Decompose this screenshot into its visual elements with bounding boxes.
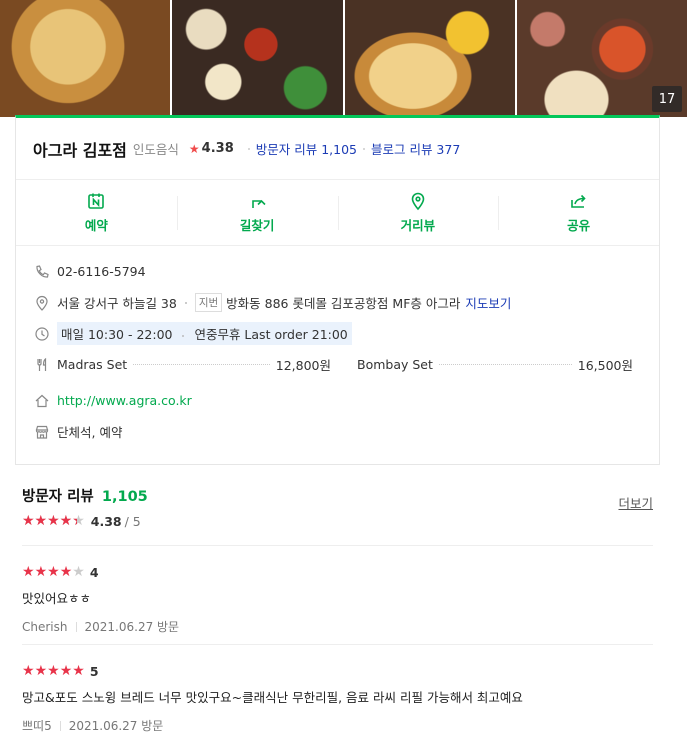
review-score: 4 [89,564,99,580]
facilities-row: 단체석, 예약 [34,416,659,447]
photo-naan[interactable] [0,0,171,117]
photo-strip: 17 [0,0,687,117]
hours-row: 매일 10:30 - 22:00 연중무휴 Last order 21:00 [34,318,659,349]
road-address: 서울 강서구 하늘길 38 [57,296,177,311]
review-section-title: 방문자 리뷰 [22,489,94,505]
menu-item-price: 12,800원 [275,358,331,373]
photo-flatbread[interactable] [344,0,515,117]
blog-reviews-link[interactable]: 블로그 리뷰 377 [371,139,460,158]
phone-icon [36,264,49,278]
review-author[interactable]: 쁘띠5 [22,717,52,734]
average-rating-row: ★★★★★ ★★★★★ 4.38 / 5 [22,513,653,529]
place-card: 아그라 김포점 인도음식 ★ 4.38 방문자 리뷰 1,105 블로그 리뷰 … [15,115,660,465]
photo-count-badge[interactable]: 17 [652,86,682,112]
reservation-icon [88,193,105,209]
menu-item-name: Madras Set [57,357,128,372]
share-button[interactable]: 공유 [498,180,659,245]
lot-address: 방화동 886 롯데몰 김포공항점 MF층 아그라 [226,296,461,311]
review-item: ★★★★★ 4 맛있어요ㅎㅎ Cherish 2021.06.27 방문 [22,545,653,635]
website-row: http://www.agra.co.kr [34,385,659,416]
meta-divider [59,720,61,731]
menu-item: Bombay Set 16,500원 [357,355,633,374]
info-section: 02-6116-5794 서울 강서구 하늘길 38 지번 방화동 886 롯데… [16,246,659,447]
menu-list: Madras Set 12,800원 Bombay Set 16,500원 [57,355,659,374]
address-row: 서울 강서구 하늘길 38 지번 방화동 886 롯데몰 김포공항점 MF층 아… [34,287,659,318]
facilities-text: 단체석, 예약 [57,425,123,440]
cutlery-icon [37,357,47,371]
store-icon [35,425,49,439]
streetview-button[interactable]: 거리뷰 [337,180,499,245]
streetview-label: 거리뷰 [400,218,436,233]
meta-divider [75,621,77,632]
menu-item-name: Bombay Set [357,357,433,372]
review-section-count: 1,105 [101,489,148,505]
phone-number[interactable]: 02-6116-5794 [57,264,146,279]
star-icon: ★ [188,141,200,156]
phone-row: 02-6116-5794 [34,256,659,287]
review-date: 2021.06.27 방문 [68,719,164,733]
menu-item: Madras Set 12,800원 [57,355,331,374]
review-meta: 쁘띠5 2021.06.27 방문 [22,717,653,734]
lot-tag: 지번 [194,293,223,312]
review-rating: ★★★★★ 4 [22,564,653,580]
menu-row: Madras Set 12,800원 Bombay Set 16,500원 [34,349,659,380]
photo-curry[interactable]: 17 [516,0,687,117]
review-item: ★★★★★ 5 망고&포도 스노윙 브레드 너무 맛있구요~클래식난 무한리필,… [22,644,653,734]
menu-leader [438,364,572,365]
hours-highlight[interactable]: 매일 10:30 - 22:00 연중무휴 Last order 21:00 [57,322,352,345]
review-meta: Cherish 2021.06.27 방문 [22,618,653,635]
visitor-review-header: 방문자 리뷰 1,105 더보기 ★★★★★ ★★★★★ 4.38 / 5 [22,485,653,529]
menu-item-price: 16,500원 [577,358,633,373]
review-stars: ★★★★★ [22,663,85,679]
average-score: 4.38 [90,513,122,529]
action-bar: 예약 길찾기 거리뷰 공유 [16,180,659,246]
reserve-button[interactable]: 예약 [16,180,177,245]
review-rating: ★★★★★ 5 [22,663,653,679]
separator-dot [247,147,250,150]
streetview-icon [411,192,425,211]
separator-dot [182,335,185,337]
average-stars: ★★★★★ ★★★★★ [22,513,85,529]
hours-note: 연중무휴 Last order 21:00 [194,327,348,342]
separator-dot [184,301,187,304]
directions-icon [252,199,266,208]
location-icon [36,295,48,311]
review-stars: ★★★★★ [22,564,85,580]
place-name: 아그라 김포점 [33,140,127,160]
directions-label: 길찾기 [239,218,275,233]
title-row: 아그라 김포점 인도음식 ★ 4.38 방문자 리뷰 1,105 블로그 리뷰 … [16,118,659,180]
website-link[interactable]: http://www.agra.co.kr [57,393,192,408]
directions-button[interactable]: 길찾기 [176,180,338,245]
photo-dishes[interactable] [172,0,343,117]
map-link[interactable]: 지도보기 [465,293,511,312]
clock-icon [35,326,49,341]
review-score: 5 [89,663,99,679]
share-icon [570,194,586,208]
review-text: 망고&포도 스노윙 브레드 너무 맛있구요~클래식난 무한리필, 음료 라씨 리… [22,690,523,705]
average-max: / 5 [124,513,141,529]
review-author[interactable]: Cherish [22,620,68,634]
separator-dot [362,147,365,150]
review-date: 2021.06.27 방문 [84,620,180,634]
review-text: 맛있어요ㅎㅎ [22,591,92,606]
home-icon [35,394,49,407]
visitor-reviews-link[interactable]: 방문자 리뷰 1,105 [256,139,357,158]
place-category: 인도음식 [132,142,179,157]
share-label: 공유 [567,218,591,233]
reserve-label: 예약 [84,218,108,233]
place-rating: 4.38 [201,141,234,156]
menu-leader [133,364,270,365]
more-reviews-link[interactable]: 더보기 [618,493,653,512]
hours-text: 매일 10:30 - 22:00 [61,327,173,342]
